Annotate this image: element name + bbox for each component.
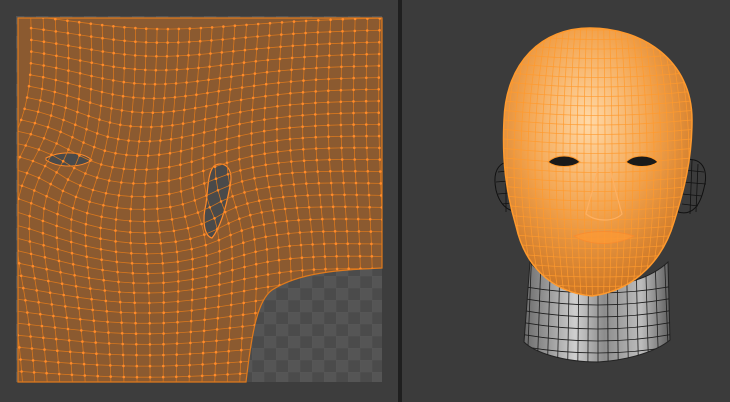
viewport-canvas[interactable] — [402, 0, 730, 402]
3d-viewport-panel[interactable] — [402, 0, 730, 402]
blender-uv-editing-workspace — [0, 0, 730, 402]
uv-editor-panel[interactable] — [0, 0, 398, 402]
head-mesh-selected[interactable] — [498, 24, 698, 297]
uv-canvas[interactable] — [0, 0, 398, 402]
